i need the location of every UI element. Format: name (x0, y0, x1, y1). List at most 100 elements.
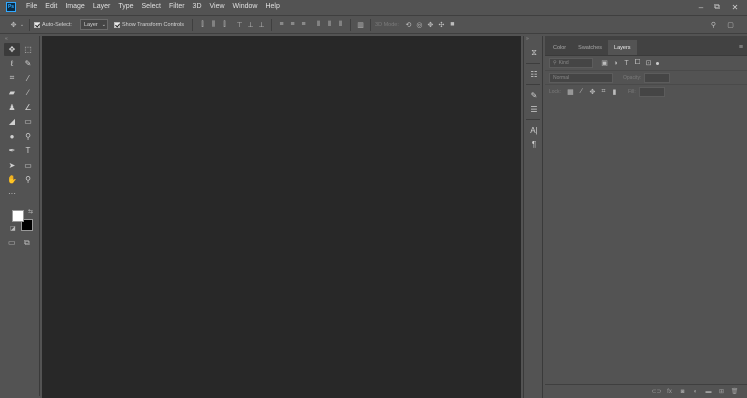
tab-layers[interactable]: Layers (608, 40, 637, 55)
lock-position-icon[interactable]: ✥ (587, 86, 598, 98)
3d-slide-icon[interactable]: ✣ (436, 19, 447, 31)
distribute-top-icon[interactable]: ≡ (276, 19, 287, 31)
distribute-left-icon[interactable]: ⦀ (313, 19, 324, 31)
align-bottom-icon[interactable]: ⊥ (256, 19, 267, 31)
brush-icon[interactable]: ∕ (20, 86, 36, 99)
auto-select-checkbox[interactable] (34, 21, 40, 28)
rect-marquee-icon[interactable]: ⬚ (20, 43, 36, 56)
distribute-vertical-center-icon[interactable]: ≡ (287, 19, 298, 31)
opacity-input[interactable] (644, 72, 671, 83)
document-canvas-area[interactable] (42, 36, 521, 398)
align-vertical-center-icon[interactable]: ⊥ (245, 19, 256, 31)
move-tool-icon[interactable]: ✥ (8, 19, 19, 31)
distribute-horizontal-center-icon[interactable]: ⦀ (324, 19, 335, 31)
screen-mode-icon[interactable]: ⧉ (24, 238, 30, 248)
tab-color[interactable]: Color (547, 40, 572, 55)
filter-smart-object-icon[interactable]: ⊡ (643, 57, 654, 69)
gradient-icon[interactable]: ▭ (20, 115, 36, 128)
close-button[interactable]: ✕ (727, 0, 743, 14)
lock-all-icon[interactable]: ▮ (609, 86, 620, 98)
layer-style-icon[interactable]: fx (663, 389, 676, 395)
adjustments-icon[interactable]: ☰ (525, 102, 543, 116)
menu-filter[interactable]: Filter (165, 0, 189, 14)
menu-edit[interactable]: Edit (41, 0, 61, 14)
menu-view[interactable]: View (206, 0, 229, 14)
align-right-icon[interactable]: ⫿ (219, 19, 230, 31)
filter-pixel-icon[interactable]: ▣ (599, 57, 610, 69)
character-icon[interactable]: A| (525, 123, 543, 137)
show-transform-checkbox[interactable] (113, 21, 120, 28)
pen-icon[interactable]: ✒ (4, 144, 20, 157)
clone-stamp-icon[interactable]: ♟ (4, 101, 20, 114)
fill-input[interactable] (638, 86, 665, 97)
filter-toggle-icon[interactable] (656, 61, 659, 65)
distribute-right-icon[interactable]: ⦀ (335, 19, 346, 31)
menu-layer[interactable]: Layer (89, 0, 115, 14)
align-left-icon[interactable]: ⫿ (197, 19, 208, 31)
hand-icon[interactable]: ✋ (4, 173, 20, 186)
3d-orbit-icon[interactable]: ⟲ (403, 19, 414, 31)
3d-roll-icon[interactable]: ◎ (414, 19, 425, 31)
3d-pan-icon[interactable]: ✥ (425, 19, 436, 31)
lock-image-icon[interactable]: ∕ (576, 86, 587, 98)
default-colors-icon[interactable]: ◪ (10, 225, 16, 232)
path-select-icon[interactable]: ➤ (4, 159, 20, 172)
align-top-icon[interactable]: ⊤ (234, 19, 245, 31)
lock-artboard-icon[interactable]: ⌗ (598, 86, 609, 98)
new-layer-icon[interactable]: ⊞ (715, 388, 728, 395)
blend-mode-dropdown[interactable]: Normal (549, 72, 613, 83)
tab-swatches[interactable]: Swatches (572, 40, 608, 55)
link-layers-icon[interactable]: ⊂⊃ (650, 388, 663, 395)
align-horizontal-center-icon[interactable]: ⫼ (208, 19, 219, 31)
menu-3d[interactable]: 3D (189, 0, 206, 14)
layers-list[interactable] (545, 98, 747, 382)
minimize-button[interactable]: – (693, 0, 709, 14)
menu-window[interactable]: Window (229, 0, 262, 14)
menu-select[interactable]: Select (138, 0, 165, 14)
adjustment-layer-icon[interactable]: ◐ (689, 389, 702, 395)
edit-toolbar-icon[interactable]: ··· (4, 187, 20, 200)
expand-chevron-icon[interactable]: » (524, 36, 542, 42)
history-icon[interactable]: ⧖ (525, 46, 543, 60)
history-brush-icon[interactable]: ∠ (20, 101, 36, 114)
lock-transparent-icon[interactable]: ▦ (565, 86, 576, 98)
restore-button[interactable]: ⧉ (709, 0, 725, 14)
search-icon[interactable]: ⚲ (708, 19, 719, 31)
type-icon[interactable]: T (20, 144, 36, 157)
chevron-down-icon[interactable]: ⌄ (19, 19, 25, 31)
swap-colors-icon[interactable]: ⇆ (28, 208, 33, 215)
rectangle-icon[interactable]: ▭ (20, 159, 36, 172)
quick-mask-icon[interactable]: ▭ (8, 238, 16, 247)
kind-filter-dropdown[interactable]: ⚲ Kind (549, 58, 593, 68)
menu-file[interactable]: File (22, 0, 41, 14)
3d-scale-icon[interactable]: ■ (447, 19, 458, 31)
workspace-icon[interactable]: ▢ (725, 19, 736, 31)
menu-image[interactable]: Image (61, 0, 88, 14)
filter-type-icon[interactable]: T (621, 57, 632, 69)
quick-select-icon[interactable]: ✎ (20, 57, 36, 70)
show-transform-option[interactable]: Show Transform Controls (113, 21, 184, 28)
blur-icon[interactable]: ● (4, 130, 20, 143)
panel-menu-icon[interactable]: ≡ (739, 44, 743, 51)
dodge-icon[interactable]: ⚲ (20, 130, 36, 143)
eraser-icon[interactable]: ◢ (4, 115, 20, 128)
properties-icon[interactable]: ☷ (525, 67, 543, 81)
crop-icon[interactable]: ⌗ (4, 72, 20, 85)
move-tool-icon[interactable]: ✥ (4, 42, 20, 56)
foreground-color-swatch[interactable] (12, 210, 24, 222)
auto-align-layers-icon[interactable]: ▥ (355, 19, 366, 31)
distribute-bottom-icon[interactable]: ≡ (298, 19, 309, 31)
healing-brush-icon[interactable]: ▰ (4, 86, 20, 99)
filter-shape-icon[interactable]: ⧠ (632, 57, 643, 69)
menu-type[interactable]: Type (114, 0, 137, 14)
auto-select-option[interactable]: Auto-Select: (34, 21, 72, 28)
add-mask-icon[interactable]: ◙ (676, 389, 689, 395)
delete-layer-icon[interactable]: 🗑 (728, 388, 741, 395)
menu-help[interactable]: Help (261, 0, 283, 14)
brush-settings-icon[interactable]: ✎ (525, 88, 543, 102)
paragraph-icon[interactable]: ¶ (525, 137, 543, 151)
lasso-icon[interactable]: ℓ (4, 57, 20, 70)
auto-select-target-dropdown[interactable]: Layer ⌄ (79, 19, 108, 30)
filter-adjustment-icon[interactable]: ◑ (610, 57, 621, 69)
zoom-icon[interactable]: ⚲ (20, 173, 36, 186)
